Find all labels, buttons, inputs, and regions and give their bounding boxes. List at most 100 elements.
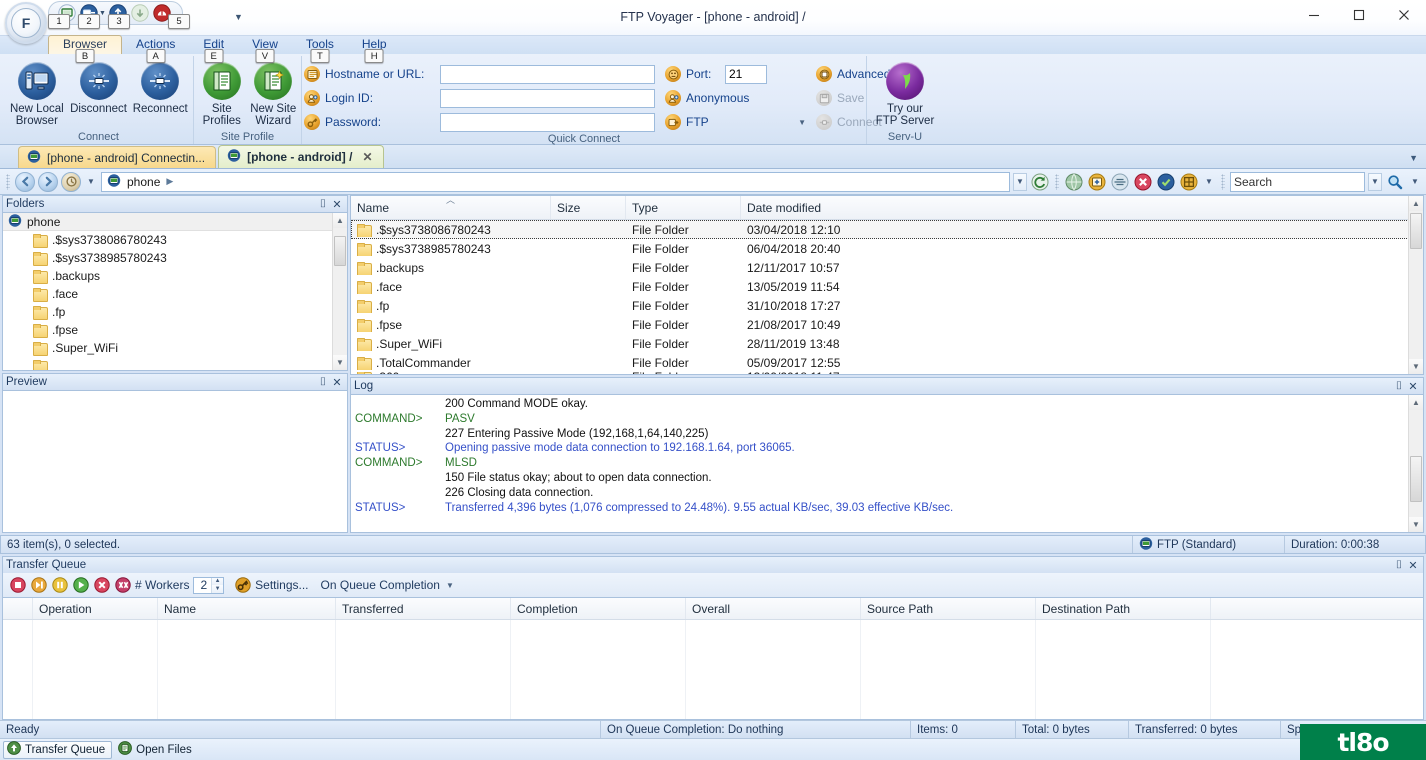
tq-column-header-filler[interactable] [1211,598,1423,619]
tree-row-item[interactable]: .fpse [3,321,347,339]
file-row[interactable]: .fp File Folder 31/10/2018 17:27 [351,296,1423,315]
transfer-queue-grid[interactable]: Operation Name Transferred Completion Ov… [2,597,1424,720]
preview-panel-close-icon[interactable]: ✕ [330,376,344,389]
transfer-queue-pin-icon[interactable]: ⌷ [1392,559,1406,572]
qat-customize-icon[interactable]: ▼ [234,13,243,22]
settings-icon[interactable] [234,577,251,594]
log-scrollbar[interactable]: ▲ ▼ [1408,395,1423,532]
breadcrumb-label[interactable]: phone [127,175,160,189]
file-row[interactable]: .fpse File Folder 21/08/2017 10:49 [351,315,1423,334]
properties-button[interactable] [1156,172,1176,192]
rename-button[interactable] [1110,172,1130,192]
column-header-date-modified[interactable]: Date modified [741,196,896,219]
log-scroll-up-icon[interactable]: ▲ [1408,395,1423,410]
folders-scroll-down-icon[interactable]: ▼ [332,355,347,370]
file-list[interactable]: ︿ Name Size Type Date modified .$sys3738… [350,195,1424,375]
log-body[interactable]: 200 Command MODE okay. COMMAND> PASV 227… [350,394,1424,533]
reconnect-button[interactable]: Reconnect [129,60,191,115]
skip-button[interactable] [30,577,47,594]
log-panel-pin-icon[interactable]: ⌷ [1392,380,1406,393]
tq-column-header-overall[interactable]: Overall [686,598,861,619]
protocol-dropdown-icon[interactable]: ▼ [798,118,810,127]
workers-stepper[interactable]: 2 ▲ ▼ [193,576,225,594]
hostname-input[interactable] [440,64,655,84]
forward-button[interactable] [38,171,58,192]
file-row[interactable]: .$sys3738985780243 File Folder 06/04/201… [351,239,1423,258]
password-input[interactable] [440,112,655,132]
tree-row-item[interactable]: .$sys3738086780243 [3,231,347,249]
view-mode-button[interactable] [1179,172,1199,192]
ribbon-tab-tools[interactable]: Tools T [292,36,348,63]
recent-locations-button[interactable] [61,171,81,192]
file-row[interactable]: .backups File Folder 12/11/2017 10:57 [351,258,1423,277]
disconnect-button[interactable]: Disconnect [68,60,130,115]
new-site-wizard-button[interactable]: New Site Wizard [248,60,300,127]
file-row[interactable]: .$sys3738086780243 File Folder 03/04/201… [351,220,1423,239]
folders-panel-close-icon[interactable]: ✕ [330,198,344,211]
folders-scroll-up-icon[interactable]: ▲ [332,213,347,228]
tree-row-item-partial[interactable] [3,357,347,370]
search-input[interactable]: Search [1230,171,1365,192]
settings-button-label[interactable]: Settings... [255,578,308,592]
tq-column-header-operation[interactable]: Operation [33,598,158,619]
tq-column-header-completion[interactable]: Completion [511,598,686,619]
file-list-scroll-track[interactable] [1409,211,1424,359]
tree-row-item[interactable]: .fp [3,303,347,321]
delete-button[interactable] [1133,172,1153,192]
toolbar-gripper-2[interactable] [1055,173,1059,190]
file-list-scrollbar[interactable]: ▲ ▼ [1408,196,1423,374]
tree-row-root[interactable]: phone [3,213,347,231]
on-queue-completion-label[interactable]: On Queue Completion [321,578,440,592]
breadcrumb-chevron-right-icon[interactable]: ▶ [166,176,173,187]
maximize-button[interactable] [1336,0,1381,30]
column-header-type[interactable]: Type [626,196,741,219]
tq-column-header-transferred[interactable]: Transferred [336,598,511,619]
ribbon-tab-help[interactable]: Help H [348,36,401,63]
view-mode-dropdown-icon[interactable]: ▼ [1202,173,1216,191]
folders-scroll-thumb[interactable] [334,236,346,266]
back-button[interactable] [15,171,35,192]
login-id-input[interactable] [440,88,655,108]
workers-decrement-icon[interactable]: ▼ [212,585,224,593]
close-button[interactable] [1381,0,1426,30]
column-header-size[interactable]: Size [551,196,626,219]
remove-all-button[interactable] [114,577,131,594]
start-button[interactable] [72,577,89,594]
nav-gripper[interactable] [6,173,10,190]
document-tab-connecting[interactable]: [phone - android] Connectin... [18,146,217,168]
remove-button[interactable] [93,577,110,594]
anonymous-checkbox-label[interactable]: Anonymous [686,91,749,105]
ribbon-tab-actions[interactable]: Actions A [122,36,189,63]
tq-column-header-icon[interactable] [3,598,33,619]
new-local-browser-button[interactable]: New Local Browser [6,60,68,127]
file-row-partial[interactable]: .360 File Folder 13/09/2018 11:47 [351,372,1423,374]
ribbon-tab-view[interactable]: View V [238,36,292,63]
breadcrumb-bar[interactable]: phone ▶ [101,171,1010,192]
tab-strip-expander-icon[interactable]: ▼ [1409,153,1418,163]
file-row[interactable]: .Super_WiFi File Folder 28/11/2019 13:48 [351,334,1423,353]
search-dropdown-icon[interactable]: ▼ [1368,172,1382,191]
log-scroll-down-icon[interactable]: ▼ [1408,517,1423,532]
app-menu-orb[interactable]: F [5,2,47,44]
document-tab-phone-android[interactable]: [phone - android] / ✕ [218,145,384,168]
tree-row-item[interactable]: .Super_WiFi [3,339,347,357]
preview-panel-pin-icon[interactable]: ⌷ [316,376,330,389]
try-our-ftp-server-button[interactable]: Try our FTP Server [871,60,939,127]
folders-scrollbar[interactable]: ▲ ▼ [332,213,347,370]
protocol-label[interactable]: FTP [686,115,709,129]
column-header-name[interactable]: ︿ Name [351,196,551,219]
tq-column-header-source-path[interactable]: Source Path [861,598,1036,619]
file-list-scroll-up-icon[interactable]: ▲ [1408,196,1423,211]
file-row[interactable]: .TotalCommander File Folder 05/09/2017 1… [351,353,1423,372]
refresh-button[interactable] [1030,172,1050,192]
toolbar-gripper-3[interactable] [1221,173,1225,190]
ribbon-tab-browser[interactable]: Browser B [48,35,123,63]
stop-button[interactable] [9,577,26,594]
minimize-button[interactable] [1291,0,1336,30]
transfer-queue-close-icon[interactable]: ✕ [1406,559,1420,572]
transfer-queue-rows[interactable] [3,620,1423,719]
new-folder-button[interactable] [1087,172,1107,192]
log-scroll-track[interactable] [1409,410,1424,517]
folders-tree[interactable]: phone .$sys3738086780243 .$sys3738985780… [2,212,348,371]
document-tab-close-icon[interactable]: ✕ [362,150,372,164]
